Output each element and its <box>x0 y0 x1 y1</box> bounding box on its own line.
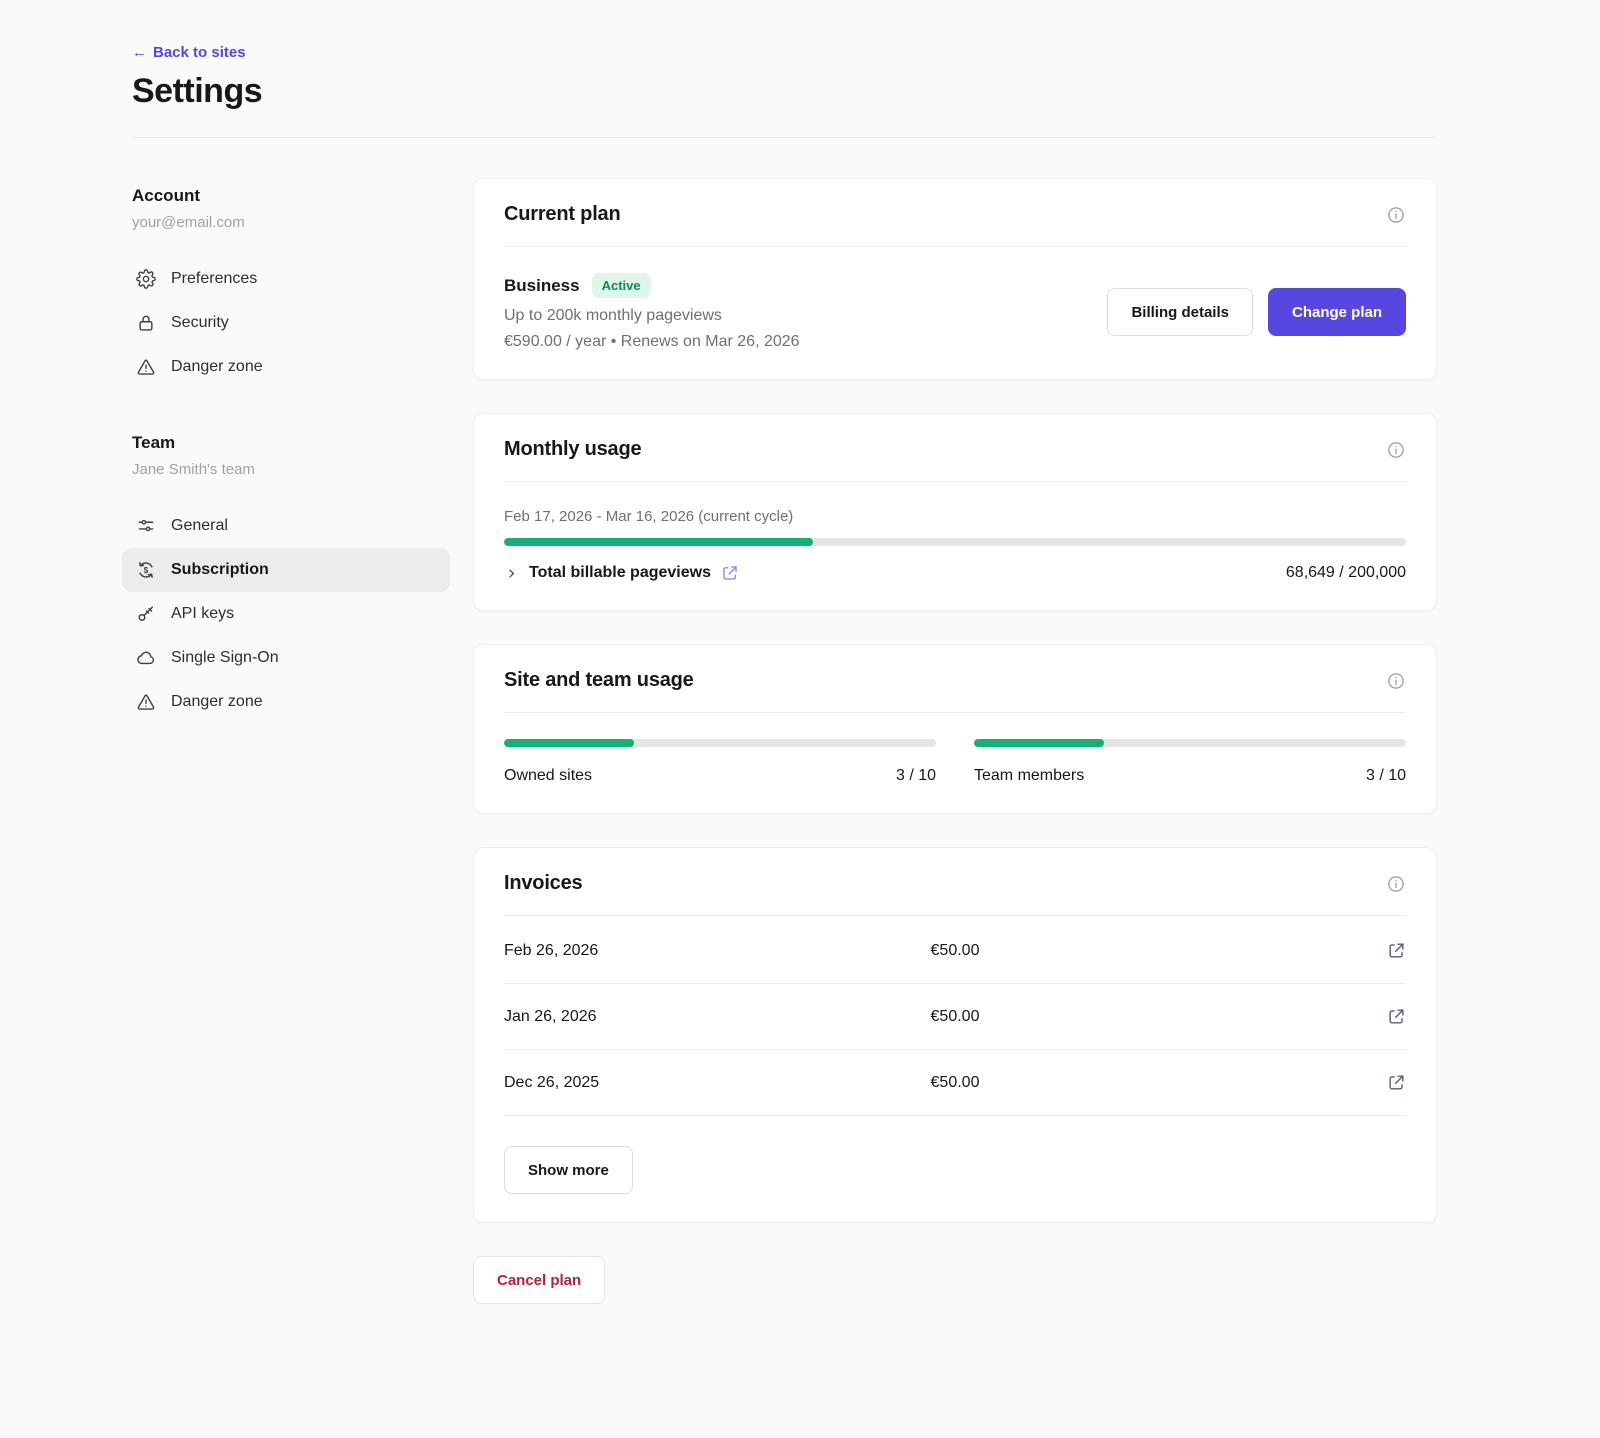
settings-content: Current plan Business Active Up to 200 <box>473 178 1437 1304</box>
owned-sites-progress-bar <box>504 739 936 747</box>
usage-row-label: Total billable pageviews <box>529 564 711 582</box>
recurring-dollar-icon: $ <box>136 560 156 580</box>
external-link-icon[interactable] <box>721 564 739 582</box>
warning-triangle-icon <box>136 692 156 712</box>
owned-sites-metric: Owned sites 3 / 10 <box>504 739 936 785</box>
sidebar-item-label: Danger zone <box>171 358 263 376</box>
lock-icon <box>136 313 156 333</box>
plan-info: Business Active Up to 200k monthly pagev… <box>504 273 800 351</box>
page-title: Settings <box>132 72 1437 111</box>
settings-page: ← Back to sites Settings Account your@em… <box>0 0 1600 1364</box>
settings-sidebar: Account your@email.com Preferences Secur… <box>132 178 450 1304</box>
footer-actions: Cancel plan <box>473 1256 1437 1304</box>
team-section: Team Jane Smith's team General $ Subscri… <box>132 433 450 724</box>
sidebar-item-single-sign-on[interactable]: Single Sign-On <box>122 636 450 680</box>
account-section: Account your@email.com Preferences Secur… <box>132 186 450 389</box>
external-link-icon[interactable] <box>1387 1073 1406 1092</box>
sidebar-item-general[interactable]: General <box>122 504 450 548</box>
chevron-right-icon <box>504 566 519 581</box>
invoice-row: Dec 26, 2025 €50.00 <box>504 1050 1406 1116</box>
back-link-label: Back to sites <box>153 44 246 61</box>
invoices-title: Invoices <box>504 872 582 895</box>
info-icon[interactable] <box>1386 671 1406 691</box>
metric-label: Owned sites <box>504 767 592 785</box>
account-email: your@email.com <box>132 214 450 231</box>
info-icon[interactable] <box>1386 440 1406 460</box>
plan-price-line: €590.00 / year • Renews on Mar 26, 2026 <box>504 333 800 351</box>
current-plan-card: Current plan Business Active Up to 200 <box>473 178 1437 380</box>
invoices-card: Invoices Feb 26, 2026 €50.00 <box>473 847 1437 1223</box>
external-link-icon[interactable] <box>1387 941 1406 960</box>
account-heading: Account <box>132 186 450 206</box>
usage-value: 68,649 / 200,000 <box>1286 564 1406 582</box>
invoice-amount: €50.00 <box>931 1074 980 1092</box>
monthly-usage-card: Monthly usage Feb 17, 2026 - Mar 16, 202… <box>473 413 1437 611</box>
team-members-progress-bar <box>974 739 1406 747</box>
team-heading: Team <box>132 433 450 453</box>
team-members-metric: Team members 3 / 10 <box>974 739 1406 785</box>
svg-text:$: $ <box>144 566 149 575</box>
invoice-row: Feb 26, 2026 €50.00 <box>504 918 1406 984</box>
metric-value: 3 / 10 <box>1366 767 1406 785</box>
invoice-amount: €50.00 <box>931 1008 980 1026</box>
header-divider <box>132 137 1437 138</box>
status-badge: Active <box>592 273 651 298</box>
billing-details-button[interactable]: Billing details <box>1107 288 1253 336</box>
plan-name: Business <box>504 276 580 296</box>
sidebar-item-security[interactable]: Security <box>122 301 450 345</box>
cloud-icon <box>136 648 156 668</box>
sidebar-item-label: Security <box>171 314 229 332</box>
invoice-amount: €50.00 <box>931 942 980 960</box>
total-billable-pageviews-toggle[interactable]: Total billable pageviews <box>504 564 739 582</box>
sidebar-item-label: API keys <box>171 605 234 623</box>
sidebar-item-danger-zone-account[interactable]: Danger zone <box>122 345 450 389</box>
current-plan-title: Current plan <box>504 203 621 226</box>
team-name: Jane Smith's team <box>132 461 450 478</box>
sidebar-item-label: Subscription <box>171 561 269 579</box>
arrow-left-icon: ← <box>132 44 147 61</box>
sidebar-item-api-keys[interactable]: API keys <box>122 592 450 636</box>
show-more-button[interactable]: Show more <box>504 1146 633 1194</box>
invoice-date: Jan 26, 2026 <box>504 1008 931 1026</box>
sidebar-item-label: General <box>171 517 228 535</box>
warning-triangle-icon <box>136 357 156 377</box>
pageviews-progress-bar <box>504 538 1406 546</box>
gear-icon <box>136 269 156 289</box>
invoice-date: Feb 26, 2026 <box>504 942 931 960</box>
metric-label: Team members <box>974 767 1084 785</box>
billing-cycle-label: Feb 17, 2026 - Mar 16, 2026 (current cyc… <box>504 508 1406 525</box>
owned-sites-progress-fill <box>504 739 634 747</box>
sidebar-item-label: Danger zone <box>171 693 263 711</box>
site-team-usage-title: Site and team usage <box>504 669 694 692</box>
pageviews-progress-fill <box>504 538 813 546</box>
invoice-row: Jan 26, 2026 €50.00 <box>504 984 1406 1050</box>
sliders-icon <box>136 516 156 536</box>
metric-value: 3 / 10 <box>896 767 936 785</box>
invoice-date: Dec 26, 2025 <box>504 1074 931 1092</box>
sidebar-item-label: Single Sign-On <box>171 649 279 667</box>
info-icon[interactable] <box>1386 205 1406 225</box>
change-plan-button[interactable]: Change plan <box>1268 288 1406 336</box>
site-team-usage-card: Site and team usage Owned sites <box>473 644 1437 814</box>
team-nav: General $ Subscription API keys <box>132 504 450 724</box>
plan-description: Up to 200k monthly pageviews <box>504 307 800 325</box>
back-to-sites-link[interactable]: ← Back to sites <box>132 44 246 61</box>
external-link-icon[interactable] <box>1387 1007 1406 1026</box>
key-icon <box>136 604 156 624</box>
sidebar-item-label: Preferences <box>171 270 257 288</box>
sidebar-item-preferences[interactable]: Preferences <box>122 257 450 301</box>
account-nav: Preferences Security Danger zone <box>132 257 450 389</box>
cancel-plan-button[interactable]: Cancel plan <box>473 1256 605 1304</box>
sidebar-item-danger-zone-team[interactable]: Danger zone <box>122 680 450 724</box>
team-members-progress-fill <box>974 739 1104 747</box>
info-icon[interactable] <box>1386 874 1406 894</box>
sidebar-item-subscription[interactable]: $ Subscription <box>122 548 450 592</box>
monthly-usage-title: Monthly usage <box>504 438 641 461</box>
